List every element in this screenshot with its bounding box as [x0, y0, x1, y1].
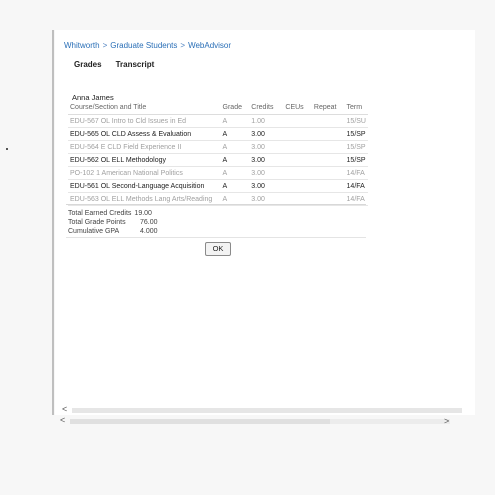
window-horizontal-scrollbar[interactable]: < > [60, 415, 460, 427]
cell-term: 15/SP [344, 127, 368, 141]
cell-repeat [311, 114, 345, 128]
table-row: EDU-567 OL Intro to Cld Issues in Ed A 1.0… [68, 114, 368, 128]
tab-transcript[interactable]: Transcript [116, 60, 155, 69]
grades-table: Course/Section and Title Grade Credits C… [68, 101, 368, 206]
scroll-right-arrow-icon[interactable]: > [444, 416, 449, 426]
inner-horizontal-scrollbar[interactable]: < [62, 404, 462, 415]
cell-term: 15/SU [344, 114, 368, 128]
scroll-left-arrow-icon[interactable]: < [60, 415, 65, 425]
total-grade-points: Total Grade Points 76.00 [68, 218, 158, 227]
breadcrumb-whitworth[interactable]: Whitworth [64, 41, 100, 50]
cell-grade: A [220, 179, 250, 193]
breadcrumb: Whitworth > Graduate Students > WebAdvisor [64, 41, 231, 50]
cell-course-title: EDU-562 OL ELL Methodology [68, 153, 221, 167]
header-course-title: Course/Section and Title [68, 101, 221, 115]
cell-credits: 3.00 [249, 166, 284, 180]
cell-ceus [283, 140, 312, 154]
totals-divider [66, 204, 366, 205]
tab-bar: Grades Transcript [74, 60, 168, 69]
cell-course-title: EDU-565 OL CLD Assess & Evaluation [68, 127, 221, 141]
cell-ceus [283, 179, 312, 193]
total-earned-credits: Total Earned Credits 19.00 [68, 209, 158, 218]
cell-repeat [311, 153, 345, 167]
cell-term: 14/FA [344, 166, 368, 180]
cell-term: 14/FA [344, 179, 368, 193]
ok-button[interactable]: OK [205, 242, 231, 256]
cell-grade: A [220, 166, 250, 180]
header-repeat: Repeat [311, 101, 345, 115]
cell-grade: A [220, 153, 250, 167]
inner-scrollbar-track[interactable] [72, 408, 462, 413]
table-row: EDU-562 OL ELL Methodology A 3.00 15/SP [68, 153, 368, 167]
table-row: EDU-564 E CLD Field Experience II A 3.00 15… [68, 140, 368, 154]
cell-credits: 3.00 [249, 127, 284, 141]
window-left-edge [52, 30, 54, 415]
breadcrumb-separator: > [180, 41, 186, 50]
footer-divider [66, 237, 366, 238]
cell-grade: A [220, 127, 250, 141]
cell-repeat [311, 140, 345, 154]
table-row: PO-102 1 American National Politics A 3.00… [68, 166, 368, 180]
total-grade-points-value: 76.00 [140, 219, 158, 226]
cell-grade: A [220, 114, 250, 128]
cell-course-title: EDU-564 E CLD Field Experience II [68, 140, 221, 154]
page-speck [6, 148, 8, 150]
cell-ceus [283, 114, 312, 128]
cell-ceus [283, 166, 312, 180]
cell-grade: A [220, 140, 250, 154]
scroll-left-arrow-icon[interactable]: < [62, 404, 67, 414]
header-credits: Credits [249, 101, 284, 115]
cell-repeat [311, 127, 345, 141]
cumulative-gpa: Cumulative GPA 4.000 [68, 227, 158, 236]
cell-ceus [283, 127, 312, 141]
table-row: EDU-561 OL Second-Language Acquisition A 3… [68, 179, 368, 193]
header-grade: Grade [220, 101, 250, 115]
breadcrumb-graduate-students[interactable]: Graduate Students [110, 41, 177, 50]
cell-credits: 3.00 [249, 179, 284, 193]
cell-ceus [283, 153, 312, 167]
total-earned-credits-label: Total Earned Credits [68, 210, 132, 217]
cell-repeat [311, 166, 345, 180]
cell-course-title: PO-102 1 American National Politics [68, 166, 221, 180]
cell-course-title: EDU-561 OL Second-Language Acquisition [68, 179, 221, 193]
cumulative-gpa-value: 4.000 [140, 228, 158, 235]
cell-term: 15/SP [344, 140, 368, 154]
total-grade-points-label: Total Grade Points [68, 219, 126, 226]
cell-credits: 1.00 [249, 114, 284, 128]
cell-course-title: EDU-567 OL Intro to Cld Issues in Ed [68, 114, 221, 128]
table-row: EDU-565 OL CLD Assess & Evaluation A 3.00 1… [68, 127, 368, 141]
table-header-row: Course/Section and Title Grade Credits C… [68, 101, 368, 115]
cell-repeat [311, 179, 345, 193]
cell-term: 15/SP [344, 153, 368, 167]
breadcrumb-separator: > [102, 41, 108, 50]
cumulative-gpa-label: Cumulative GPA [68, 228, 120, 235]
header-ceus: CEUs [283, 101, 312, 115]
totals-section: Total Earned Credits 19.00 Total Grade Po… [68, 209, 158, 236]
cell-credits: 3.00 [249, 140, 284, 154]
cell-credits: 3.00 [249, 153, 284, 167]
total-earned-credits-value: 19.00 [134, 210, 152, 217]
header-term: Term [344, 101, 368, 115]
breadcrumb-webadvisor[interactable]: WebAdvisor [188, 41, 231, 50]
tab-grades[interactable]: Grades [74, 60, 102, 69]
window-scrollbar-thumb[interactable] [70, 419, 330, 424]
